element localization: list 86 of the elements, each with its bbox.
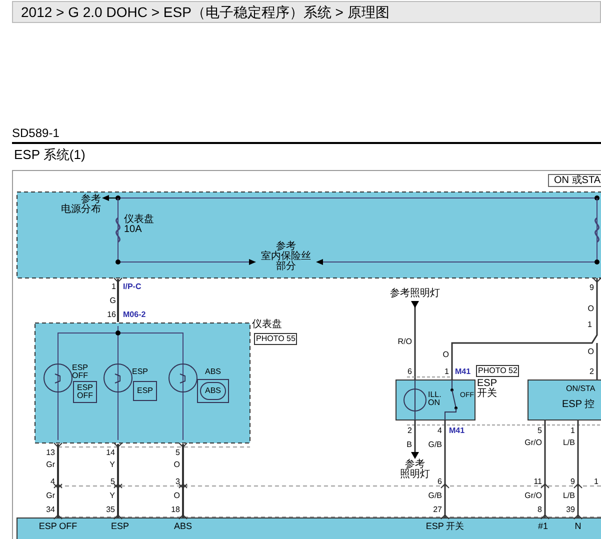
pin-number: 27 (433, 506, 442, 514)
warning-symbol: ESP (133, 381, 157, 401)
diagram-code: SD589-1 (12, 125, 60, 142)
signal-label: ESP 开关 (424, 522, 466, 531)
pin-number: 16 (107, 311, 116, 319)
switch-icon (444, 380, 458, 420)
wire-color-code: O (442, 351, 449, 359)
wire-color-code: G (110, 297, 116, 305)
wire-color-code: G/B (428, 441, 442, 449)
wire-color-code: G/B (428, 492, 442, 500)
wire-color-code: O (174, 461, 180, 469)
pin-number: 11 (534, 478, 542, 486)
wire-color-code: Y (110, 492, 115, 500)
photo-reference: PHOTO 55 (254, 333, 298, 345)
pin-number: 18 (171, 506, 180, 514)
pin-number: 1 (112, 283, 116, 291)
pin-number: 1 (588, 321, 592, 329)
pin-number: 5 (176, 449, 180, 457)
pin-number: 4 (50, 478, 55, 486)
warning-symbol: ABS (197, 379, 230, 403)
signal-label: ESP (110, 522, 130, 531)
connector-code: M41 (455, 368, 471, 376)
pin-number: 1 (594, 478, 598, 486)
connector-code: M06-2 (123, 311, 146, 319)
signal-label: ABS (172, 522, 193, 531)
lamp-label: ABS (205, 368, 222, 376)
wire-color-code: B (406, 441, 412, 449)
pin-number: 14 (106, 449, 115, 457)
breadcrumb-bar: 2012 > G 2.0 DOHC > ESP（电子稳定程序）系统 > 原理图 (12, 1, 601, 23)
wire-color-code: O (588, 305, 594, 313)
pin-number: 1 (444, 368, 449, 376)
ignition-tag: ON 或STA (548, 174, 601, 187)
pin-number: 4 (438, 427, 442, 435)
lamp-label: ILL. ON (428, 391, 442, 407)
wire-color-code: L/B (562, 439, 575, 447)
pin-number: 9 (590, 284, 594, 292)
fuse-label: 仪表盘 10A (124, 215, 154, 235)
wire-color-code: Gr/O (524, 439, 542, 447)
reference-label: 参考 室内保险丝 部分 (260, 242, 312, 272)
reference-label: 参考 照明灯 (399, 460, 431, 480)
warning-symbol: ESP OFF (73, 381, 97, 403)
arrow-icon (116, 259, 256, 265)
pin-number: 9 (570, 478, 575, 486)
pin-number: 6 (438, 478, 442, 486)
pin-number: 39 (566, 506, 575, 514)
pin-number: 3 (176, 478, 180, 486)
reference-label: 参考 电源分布 (61, 195, 101, 215)
lamp-icon (404, 380, 426, 420)
pin-number: 1 (570, 427, 575, 435)
pin-number: 8 (538, 506, 542, 514)
wire-color-code: Gr/O (524, 492, 542, 500)
module-label: ON/STA (566, 385, 596, 393)
photo-reference: PHOTO 52 (476, 365, 520, 377)
lamp-label: ESP OFF (72, 364, 88, 380)
pin-number: 2 (590, 368, 594, 376)
arrow-icon (316, 259, 600, 265)
component-name: 仪表盘 (252, 320, 282, 330)
pin-number: 5 (110, 478, 115, 486)
wire-color-code: Gr (46, 461, 55, 469)
pin-number: 35 (106, 506, 115, 514)
fuse-icon (116, 198, 120, 262)
wire-color-code: R/O (398, 338, 412, 346)
signal-label: ESP OFF (38, 522, 78, 531)
wire (411, 420, 419, 459)
connector-line (406, 376, 452, 378)
wire-color-code: L/B (562, 492, 575, 500)
connector-code: I/P-C (123, 283, 142, 291)
connector-code: M41 (449, 427, 465, 435)
diagram-title: ESP 系统(1) (13, 146, 86, 164)
pin-number: 2 (408, 427, 412, 435)
signal-label: N (574, 522, 582, 531)
wire-color-code: O (588, 348, 594, 356)
wire-color-code: Y (110, 461, 115, 469)
pin-number: 13 (46, 449, 55, 457)
lamp-label: ESP (132, 368, 148, 376)
wire-color-code: O (174, 492, 180, 500)
reference-label: 参考照明灯 (389, 289, 441, 299)
wire-color-code: Gr (46, 492, 55, 500)
fuse-icon (594, 198, 600, 262)
component-name: ESP 开关 (477, 379, 498, 399)
arrow-icon (102, 195, 118, 201)
pin-number: 6 (408, 368, 412, 376)
pin-number: 5 (538, 427, 542, 435)
signal-label: #1 (536, 522, 549, 531)
module-label: ESP 控 (562, 400, 595, 410)
pin-number: 34 (46, 506, 55, 514)
